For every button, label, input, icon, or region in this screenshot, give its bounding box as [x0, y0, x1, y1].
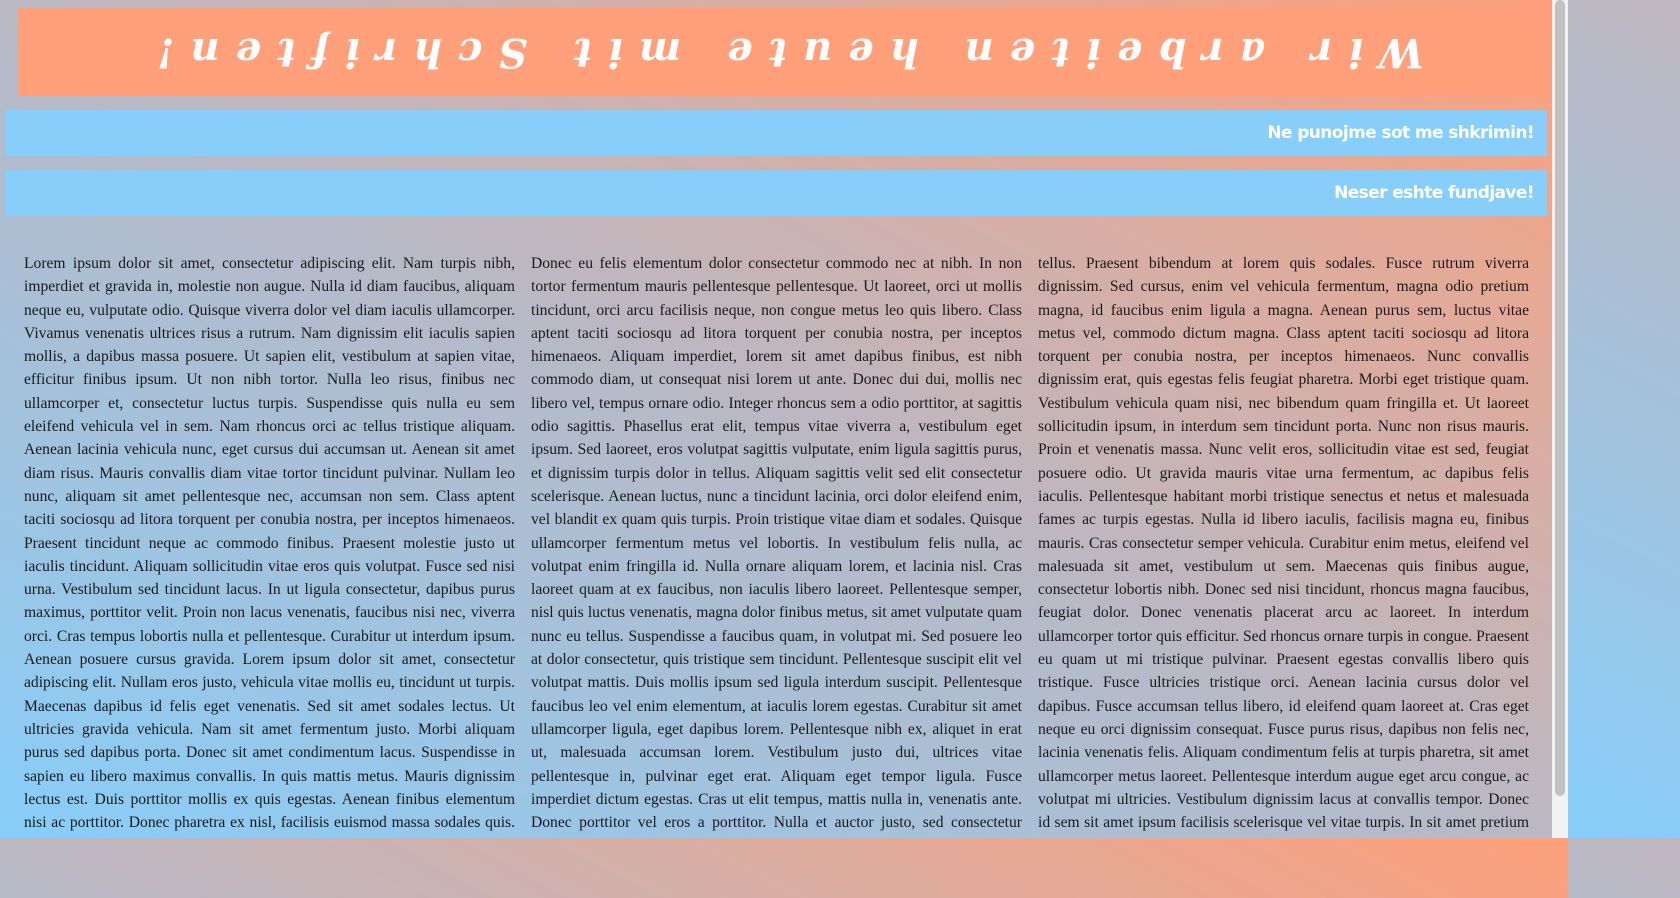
notice-bar: Neser eshte fundjave! — [5, 170, 1547, 216]
notice-text: Neser eshte fundjave! — [1334, 183, 1534, 203]
article-body: Lorem ipsum dolor sit amet, consectetur … — [24, 255, 1529, 832]
scrollbar-thumb[interactable] — [1555, 0, 1565, 796]
header-banner: Wir arbeiten heute mit Schriften! — [18, 8, 1546, 96]
article-columns: Lorem ipsum dolor sit amet, consectetur … — [24, 252, 1529, 838]
page: Wir arbeiten heute mit Schriften! Ne pun… — [0, 0, 1552, 838]
vertical-scrollbar[interactable] — [1552, 0, 1568, 838]
page-title: Wir arbeiten heute mit Schriften! — [140, 28, 1424, 76]
notice-bar: Ne punojme sot me shkrimin! — [5, 110, 1547, 156]
notice-text: Ne punojme sot me shkrimin! — [1267, 123, 1534, 143]
